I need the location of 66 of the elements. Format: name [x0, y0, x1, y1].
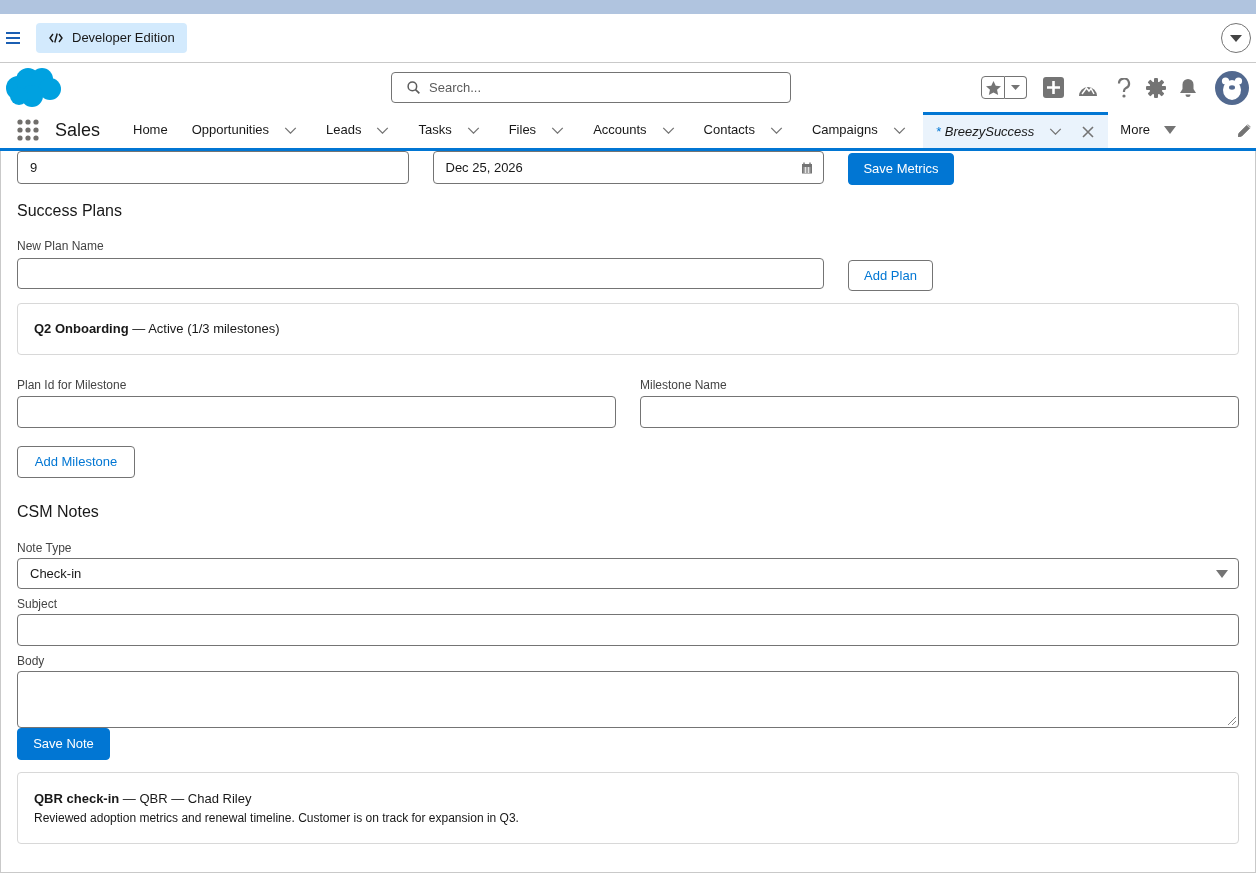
pencil-icon[interactable] — [1238, 123, 1251, 137]
settings-icon[interactable] — [1146, 77, 1166, 98]
nav-tab[interactable]: Leads — [314, 112, 407, 148]
field-label: Milestone Name — [640, 377, 728, 393]
favorites-menu-button[interactable] — [1005, 76, 1027, 99]
chevron-down-icon[interactable] — [466, 126, 480, 134]
avatar-icon[interactable] — [1215, 70, 1249, 105]
nav-tab[interactable]: Files — [496, 112, 582, 148]
field-label: Subject — [17, 596, 59, 612]
nav-tab[interactable]: Contacts — [691, 112, 800, 148]
input-field[interactable] — [17, 614, 1239, 646]
section-heading: CSM Notes — [17, 502, 100, 522]
caret-down-icon[interactable] — [1216, 569, 1228, 578]
select-field[interactable]: Check-in — [17, 558, 1239, 589]
chevron-down-icon[interactable] — [892, 126, 906, 134]
note-title: QBR check-in — QBR — Chad Riley — [34, 790, 253, 807]
save-note-button[interactable]: Save Note — [17, 728, 110, 760]
app-launcher-icon[interactable] — [17, 119, 39, 141]
chevron-down-icon[interactable] — [769, 126, 783, 134]
chevron-down-icon[interactable] — [376, 126, 390, 134]
chevron-down-icon[interactable] — [551, 126, 565, 134]
nav-tab[interactable]: * BreezySuccess — [922, 112, 1109, 148]
section-heading: Success Plans — [17, 201, 123, 221]
search-icon — [407, 81, 420, 94]
nav-tab[interactable]: Accounts — [581, 112, 692, 148]
input-field[interactable] — [17, 396, 616, 428]
add-plan-button[interactable]: Add Plan — [848, 260, 933, 291]
text-area[interactable] — [17, 671, 1239, 728]
caret-down-icon — [1011, 85, 1020, 90]
input-field[interactable]: 9 — [17, 151, 409, 184]
nav-tab[interactable]: Campaigns — [799, 112, 923, 148]
calendar-icon[interactable] — [801, 161, 813, 174]
plan-summary: Q2 Onboarding — Active (1/3 milestones) — [34, 320, 280, 339]
edition-button[interactable]: Developer Edition — [36, 23, 187, 53]
search-field[interactable]: Search... — [391, 72, 791, 103]
close-icon[interactable] — [1082, 125, 1095, 138]
nav-tab[interactable]: Tasks — [406, 112, 497, 148]
resize-handle-icon[interactable] — [1228, 717, 1236, 725]
caret-down-icon — [1163, 126, 1176, 134]
help-icon[interactable] — [1115, 77, 1133, 98]
save-metrics-button[interactable]: Save Metrics — [848, 153, 954, 185]
chevron-down-icon[interactable] — [661, 126, 675, 134]
field-label: Note Type — [17, 540, 73, 556]
menu-icon[interactable] — [6, 32, 20, 44]
input-field[interactable] — [640, 396, 1239, 428]
chevron-down-icon[interactable] — [284, 126, 297, 134]
input-field[interactable] — [17, 258, 824, 289]
more-tab[interactable]: More — [1108, 112, 1176, 148]
date-field[interactable]: Dec 25, 2026 — [432, 151, 824, 184]
code-icon — [49, 33, 63, 43]
star-icon — [985, 80, 1001, 95]
plus-icon[interactable] — [1043, 77, 1064, 98]
cloud-logo[interactable] — [4, 67, 62, 108]
bell-icon[interactable] — [1178, 77, 1198, 98]
dropdown-button[interactable] — [1221, 23, 1251, 53]
note-body: Reviewed adoption metrics and renewal timeline. Customer is on track for expansion in Q3. — [34, 810, 520, 826]
nav-tab[interactable]: Opportunities — [179, 112, 314, 148]
app-name: Sales — [55, 118, 101, 142]
field-label: Body — [17, 653, 46, 669]
caret-down-icon — [1230, 34, 1242, 42]
favorite-button[interactable] — [981, 76, 1005, 99]
add-milestone-button[interactable]: Add Milestone — [17, 446, 135, 478]
field-label: New Plan Name — [17, 238, 105, 254]
field-label: Plan Id for Milestone — [17, 377, 128, 393]
nav-tab[interactable]: Home — [121, 112, 180, 148]
chevron-down-icon[interactable] — [1049, 128, 1063, 135]
